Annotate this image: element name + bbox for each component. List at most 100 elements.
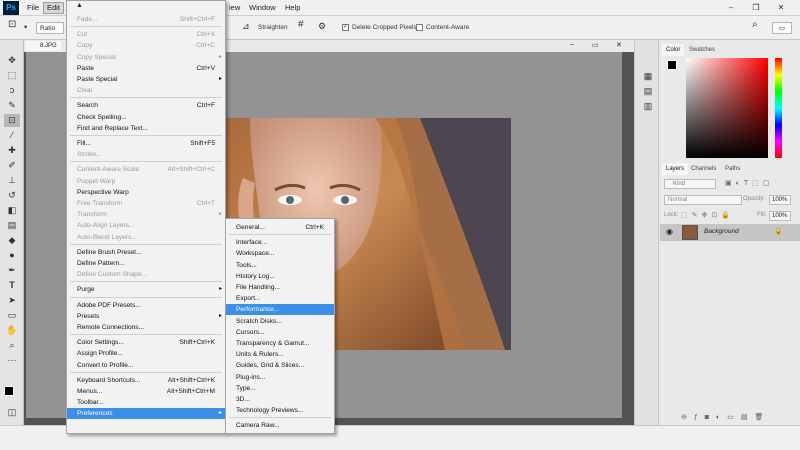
overlay-grid-icon[interactable]: # xyxy=(298,19,304,31)
layer-name[interactable]: Background xyxy=(704,228,739,235)
menu-window[interactable]: Window xyxy=(246,2,279,14)
hand-icon[interactable]: ✋ xyxy=(4,324,20,337)
close-button[interactable]: ✕ xyxy=(772,1,790,14)
eraser-icon[interactable]: ◧ xyxy=(4,204,20,217)
menu-item-technology-previews[interactable]: Technology Previews... xyxy=(226,405,334,416)
menu-item-tools[interactable]: Tools... xyxy=(226,260,334,271)
color-fg-swatch[interactable] xyxy=(667,60,677,70)
dodge-icon[interactable]: ● xyxy=(4,249,20,262)
layers-footer-icons[interactable]: ⊖ƒ◙◐▭▤🗑 xyxy=(681,413,770,421)
menu-item-preferences[interactable]: Preferences ▸ xyxy=(67,408,225,420)
history-panel-icon[interactable]: ▦ xyxy=(640,70,656,83)
menu-item-paste[interactable]: Paste Ctrl+V xyxy=(67,63,225,74)
quick-mask-icon[interactable]: ◫ xyxy=(4,406,20,419)
straighten-icon[interactable]: ⊿ xyxy=(242,20,250,32)
menu-edit[interactable]: Edit xyxy=(43,2,64,14)
menu-item-cursors[interactable]: Cursors... xyxy=(226,327,334,338)
menu-item-convert-to-profile[interactable]: Convert to Profile... xyxy=(67,360,225,371)
layer-filter-dropdown[interactable]: Kind xyxy=(664,179,716,189)
menu-item-perspective-warp[interactable]: Perspective Warp xyxy=(67,187,225,198)
workspace-dropdown[interactable]: ▭ xyxy=(772,22,792,34)
fill-field[interactable]: 100% xyxy=(769,211,791,221)
move-icon[interactable]: ✥ xyxy=(4,54,20,67)
menu-item-interface[interactable]: Interface... xyxy=(226,237,334,248)
filter-icons[interactable]: ▣◐T⬚▢ xyxy=(725,179,773,187)
menu-item-performance[interactable]: Performance... xyxy=(226,304,334,316)
minimize-button[interactable]: – xyxy=(722,1,740,14)
menu-item-check-spelling[interactable]: Check Spelling... xyxy=(67,112,225,123)
marquee-icon[interactable]: ⬚ xyxy=(4,69,20,82)
menu-item-assign-profile[interactable]: Assign Profile... xyxy=(67,348,225,359)
gear-icon[interactable]: ⚙ xyxy=(318,20,326,32)
lock-icons[interactable]: ⬚✎✥⊡🔒 xyxy=(681,211,734,219)
menu-item-units-rulers[interactable]: Units & Rulers... xyxy=(226,349,334,360)
maximize-button[interactable]: ❐ xyxy=(747,1,765,14)
healing-icon[interactable]: ✚ xyxy=(4,144,20,157)
menu-item-general[interactable]: General... Ctrl+K xyxy=(226,222,334,233)
menu-item-keyboard-shortcuts[interactable]: Keyboard Shortcuts... Alt+Shift+Ctrl+K xyxy=(67,375,225,386)
menu-item-color-settings[interactable]: Color Settings... Shift+Ctrl+K xyxy=(67,337,225,348)
crop-tool-icon[interactable]: ⊡ xyxy=(8,19,16,31)
menu-item-transparency-gamut[interactable]: Transparency & Gamut... xyxy=(226,338,334,349)
menu-item-guides-grid-slices[interactable]: Guides, Grid & Slices... xyxy=(226,360,334,371)
properties-panel-icon[interactable]: ▤ xyxy=(640,85,656,98)
adjustments-panel-icon[interactable]: ▥ xyxy=(640,100,656,113)
menu-item-3d[interactable]: 3D... xyxy=(226,394,334,405)
color-picker-field[interactable] xyxy=(686,58,768,158)
menu-item-adobe-pdf-presets[interactable]: Adobe PDF Presets... xyxy=(67,300,225,311)
crop-icon[interactable]: ⊡ xyxy=(4,114,20,127)
brush-icon[interactable]: ✐ xyxy=(4,159,20,172)
menu-item-history-log[interactable]: History Log... xyxy=(226,271,334,282)
zoom-icon[interactable]: ⌕ xyxy=(4,339,20,352)
pen-icon[interactable]: ✒ xyxy=(4,264,20,277)
foreground-color-swatch[interactable] xyxy=(4,386,14,396)
menu-item-type[interactable]: Type... xyxy=(226,383,334,394)
menu-file[interactable]: File xyxy=(24,2,42,14)
menu-item-fill[interactable]: Fill... Shift+F5 xyxy=(67,138,225,149)
menu-item-find-and-replace-text[interactable]: Find and Replace Text... xyxy=(67,123,225,134)
rectangle-icon[interactable]: ▭ xyxy=(4,309,20,322)
menu-item-paste-special[interactable]: Paste Special ▸ xyxy=(67,74,225,85)
menu-item-define-pattern[interactable]: Define Pattern... xyxy=(67,258,225,269)
menu-item-plug-ins[interactable]: Plug-ins... xyxy=(226,372,334,383)
path-select-icon[interactable]: ➤ xyxy=(4,294,20,307)
menu-item-scratch-disks[interactable]: Scratch Disks... xyxy=(226,316,334,327)
opacity-field[interactable]: 100% xyxy=(769,195,791,205)
stamp-icon[interactable]: ⊥ xyxy=(4,174,20,187)
tab-swatches[interactable]: Swatches xyxy=(685,44,719,56)
eyedropper-icon[interactable]: ⁄ xyxy=(4,129,20,142)
tool-preset-dropdown[interactable]: ▾ xyxy=(24,22,27,34)
menu-item-camera-raw[interactable]: Camera Raw... xyxy=(226,420,334,431)
document-tab[interactable]: 8.JPG xyxy=(26,41,61,51)
type-icon[interactable]: T xyxy=(4,279,20,292)
menu-item-file-handling[interactable]: File Handling... xyxy=(226,282,334,293)
ratio-dropdown[interactable]: Ratio xyxy=(36,22,64,34)
menu-item-presets[interactable]: Presets ▸ xyxy=(67,311,225,322)
delete-cropped-checkbox[interactable]: ✓ Delete Cropped Pixels xyxy=(342,22,417,34)
doc-close-icon[interactable]: ✕ xyxy=(616,41,622,49)
menu-item-menus[interactable]: Menus... Alt+Shift+Ctrl+M xyxy=(67,386,225,397)
search-icon[interactable]: ⌕ xyxy=(752,19,758,31)
menu-item-workspace[interactable]: Workspace... xyxy=(226,248,334,259)
doc-minimize-icon[interactable]: – xyxy=(570,41,574,48)
doc-restore-icon[interactable]: ▭ xyxy=(592,41,599,49)
tab-layers[interactable]: Layers xyxy=(662,163,689,175)
menu-view[interactable]: iew xyxy=(226,2,243,14)
menu-item-toolbar[interactable]: Toolbar... xyxy=(67,397,225,408)
layer-row[interactable]: ◉ Background 🔒 xyxy=(660,224,800,241)
blend-mode-dropdown[interactable]: Normal xyxy=(664,195,742,205)
menu-item-remote-connections[interactable]: Remote Connections... xyxy=(67,322,225,333)
tab-channels[interactable]: Channels xyxy=(687,163,720,175)
hue-slider[interactable] xyxy=(775,58,782,158)
menu-item-purge[interactable]: Purge ▸ xyxy=(67,284,225,295)
menu-item-define-brush-preset[interactable]: Define Brush Preset... xyxy=(67,247,225,258)
menu-help[interactable]: Help xyxy=(282,2,303,14)
menu-item-search[interactable]: Search Ctrl+F xyxy=(67,100,225,111)
gradient-icon[interactable]: ▤ xyxy=(4,219,20,232)
menu-scroll-up-icon[interactable]: ▲ xyxy=(76,2,83,9)
tab-paths[interactable]: Paths xyxy=(721,163,744,175)
menu-item-export[interactable]: Export... xyxy=(226,293,334,304)
eye-icon[interactable]: ◉ xyxy=(666,227,673,236)
history-brush-icon[interactable]: ↺ xyxy=(4,189,20,202)
lasso-icon[interactable]: ↄ xyxy=(4,84,20,97)
